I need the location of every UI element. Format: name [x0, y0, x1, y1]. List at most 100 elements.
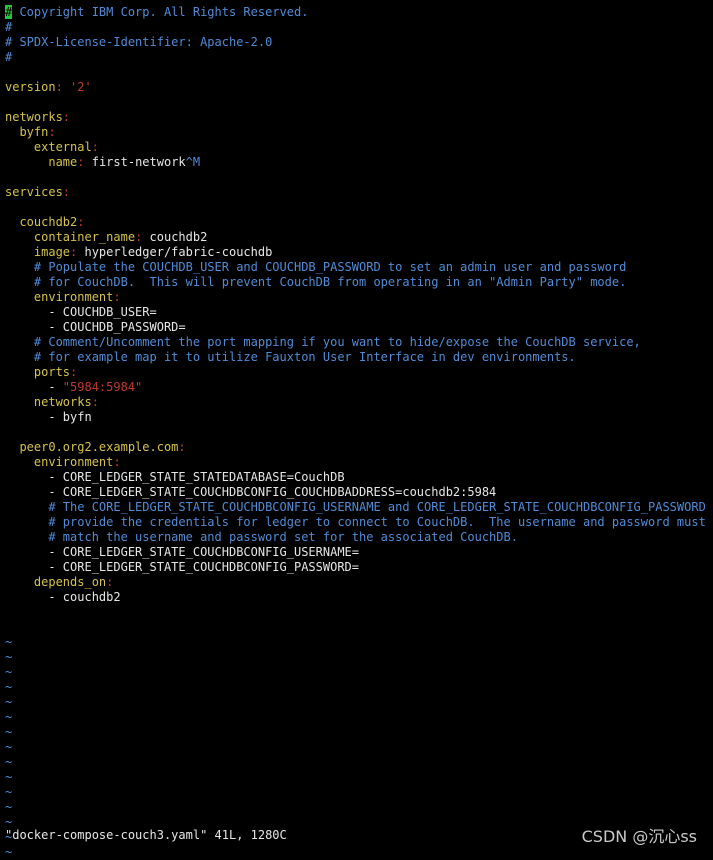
csdn-watermark: CSDN @沉心ss	[581, 827, 697, 846]
code-line[interactable]: - couchdb2	[5, 590, 713, 605]
empty-line-tilde: ~	[5, 785, 13, 799]
code-line[interactable]	[5, 200, 713, 215]
code-line[interactable]: ~	[5, 635, 713, 650]
empty-line-tilde: ~	[5, 740, 13, 754]
token-string: '2'	[70, 80, 92, 94]
code-line[interactable]: # Comment/Uncomment the port mapping if …	[5, 335, 713, 350]
token-text: -	[5, 380, 63, 394]
code-line[interactable]: byfn:	[5, 125, 713, 140]
code-line[interactable]: #	[5, 50, 713, 65]
code-line[interactable]	[5, 170, 713, 185]
code-line[interactable]: # for example map it to utilize Fauxton …	[5, 350, 713, 365]
token-colon: :	[135, 230, 150, 244]
token-key: networks	[33, 395, 92, 409]
code-line[interactable]: # Copyright IBM Corp. All Rights Reserve…	[5, 5, 713, 20]
code-line[interactable]: networks:	[5, 395, 713, 410]
code-line[interactable]: environment:	[5, 290, 713, 305]
code-line[interactable]	[5, 95, 713, 110]
token-comment: #	[5, 20, 13, 34]
vim-editor-buffer[interactable]: # Copyright IBM Corp. All Rights Reserve…	[5, 5, 713, 860]
empty-line-tilde: ~	[5, 845, 13, 859]
code-line[interactable]: - CORE_LEDGER_STATE_COUCHDBCONFIG_USERNA…	[5, 545, 713, 560]
code-line[interactable]: # Populate the COUCHDB_USER and COUCHDB_…	[5, 260, 713, 275]
token-text: -	[5, 470, 63, 484]
code-line[interactable]	[5, 620, 713, 635]
code-line[interactable]: peer0.org2.example.com:	[5, 440, 713, 455]
token-key: networks	[5, 110, 63, 124]
token-string: "5984:5984"	[62, 380, 143, 394]
code-line[interactable]: ~	[5, 665, 713, 680]
code-line[interactable]: external:	[5, 140, 713, 155]
token-text: hyperledger/fabric-couchdb	[84, 245, 273, 259]
code-line[interactable]	[5, 605, 713, 620]
code-line[interactable]: networks:	[5, 110, 713, 125]
code-line[interactable]: - CORE_LEDGER_STATE_STATEDATABASE=CouchD…	[5, 470, 713, 485]
code-line[interactable]: - "5984:5984"	[5, 380, 713, 395]
empty-line-tilde: ~	[5, 635, 13, 649]
token-text: CORE_LEDGER_STATE_COUCHDBCONFIG_COUCHDBA…	[62, 485, 497, 499]
code-line[interactable]: ~	[5, 800, 713, 815]
code-line[interactable]: ~	[5, 680, 713, 695]
code-line[interactable]: #	[5, 20, 713, 35]
code-line[interactable]: # provide the credentials for ledger to …	[5, 515, 713, 530]
code-line[interactable]: - byfn	[5, 410, 713, 425]
empty-line-tilde: ~	[5, 665, 13, 679]
token-text: -	[5, 560, 63, 574]
token-comment: ^M	[185, 155, 201, 169]
token-text: couchdb2	[62, 590, 121, 604]
code-line[interactable]: container_name: couchdb2	[5, 230, 713, 245]
code-line[interactable]: # match the username and password set fo…	[5, 530, 713, 545]
code-line[interactable]: ~	[5, 710, 713, 725]
token-text: -	[5, 590, 63, 604]
token-text: first-network	[91, 155, 186, 169]
token-text: CORE_LEDGER_STATE_COUCHDBCONFIG_PASSWORD…	[62, 560, 360, 574]
code-line[interactable]	[5, 425, 713, 440]
code-line[interactable]: ~	[5, 740, 713, 755]
token-colon: :	[113, 455, 121, 469]
code-line[interactable]: image: hyperledger/fabric-couchdb	[5, 245, 713, 260]
token-comment: # for example map it to utilize Fauxton …	[5, 350, 576, 364]
code-line[interactable]: # SPDX-License-Identifier: Apache-2.0	[5, 35, 713, 50]
token-key: environment	[33, 455, 114, 469]
token-comment: # Populate the COUCHDB_USER and COUCHDB_…	[5, 260, 627, 274]
code-line[interactable]: - CORE_LEDGER_STATE_COUCHDBCONFIG_PASSWO…	[5, 560, 713, 575]
code-line[interactable]: ~	[5, 650, 713, 665]
code-line[interactable]: ~	[5, 695, 713, 710]
code-line[interactable]: environment:	[5, 455, 713, 470]
code-line[interactable]: - CORE_LEDGER_STATE_COUCHDBCONFIG_COUCHD…	[5, 485, 713, 500]
code-line[interactable]: ~	[5, 725, 713, 740]
code-line[interactable]: - COUCHDB_PASSWORD=	[5, 320, 713, 335]
code-line[interactable]: ~	[5, 755, 713, 770]
token-comment: # for CouchDB. This will prevent CouchDB…	[5, 275, 627, 289]
token-key: byfn	[19, 125, 49, 139]
code-line[interactable]: ports:	[5, 365, 713, 380]
code-line[interactable]: ~	[5, 785, 713, 800]
code-line[interactable]: # The CORE_LEDGER_STATE_COUCHDBCONFIG_US…	[5, 500, 713, 515]
code-line[interactable]: version: '2'	[5, 80, 713, 95]
code-line[interactable]: depends_on:	[5, 575, 713, 590]
code-line[interactable]: services:	[5, 185, 713, 200]
code-line[interactable]	[5, 65, 713, 80]
code-line[interactable]: couchdb2:	[5, 215, 713, 230]
empty-line-tilde: ~	[5, 815, 13, 829]
code-line[interactable]: name: first-network^M	[5, 155, 713, 170]
empty-line-tilde: ~	[5, 725, 13, 739]
token-colon: :	[62, 110, 71, 124]
code-line[interactable]: # for CouchDB. This will prevent CouchDB…	[5, 275, 713, 290]
token-key: services	[5, 185, 63, 199]
code-line[interactable]: - COUCHDB_USER=	[5, 305, 713, 320]
token-key: name	[48, 155, 78, 169]
code-line[interactable]: ~	[5, 770, 713, 785]
empty-line-tilde: ~	[5, 755, 13, 769]
token-text: CORE_LEDGER_STATE_COUCHDBCONFIG_USERNAME…	[62, 545, 360, 559]
empty-line-tilde: ~	[5, 695, 13, 709]
token-key: image	[33, 245, 71, 259]
